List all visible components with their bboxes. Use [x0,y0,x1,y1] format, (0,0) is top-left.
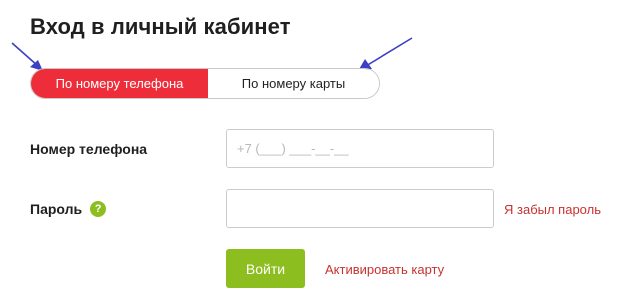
login-method-tabs: По номеру телефона По номеру карты [30,68,380,99]
password-label: Пароль ? [30,201,107,217]
phone-label-text: Номер телефона [30,141,148,157]
forgot-password-link[interactable]: Я забыл пароль [504,202,601,217]
login-button[interactable]: Войти [226,249,305,288]
password-input[interactable] [226,189,494,228]
tab-by-card[interactable]: По номеру карты [208,69,379,98]
page-title: Вход в личный кабинет [30,14,291,39]
tab-by-phone[interactable]: По номеру телефона [31,69,208,98]
activate-card-link[interactable]: Активировать карту [325,262,444,277]
phone-label: Номер телефона [30,141,147,157]
question-circle-icon[interactable]: ? [90,201,107,217]
phone-input[interactable] [226,129,494,168]
password-label-text: Пароль [30,201,83,217]
